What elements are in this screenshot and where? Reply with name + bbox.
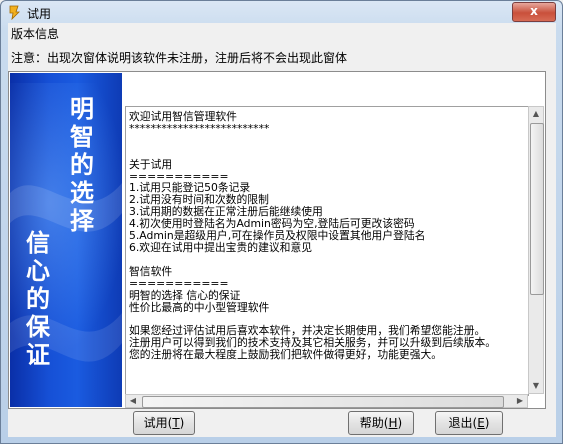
notice-text: 注意：出现次窗体说明该软件未注册，注册后将不会出现此窗体 <box>11 51 348 65</box>
side-banner: 明智的选择 信心的保证 <box>10 73 122 407</box>
help-button[interactable]: 帮助(H) <box>348 411 414 435</box>
banner-slogan-bottom: 信心的保证 <box>26 228 50 369</box>
license-info-textbox[interactable]: 欢迎试用智信管理软件 ************************** 关于… <box>125 106 529 396</box>
trial-button[interactable]: 试用(T) <box>133 411 195 435</box>
scroll-left-icon[interactable]: ◀ <box>126 394 140 408</box>
banner-slogan-top: 明智的选择 <box>70 94 94 235</box>
close-button[interactable]: x <box>512 2 556 22</box>
client-area: 版本信息 注意：出现次窗体说明该软件未注册，注册后将不会出现此窗体 明智的选择 … <box>8 23 556 437</box>
trial-window: 试用 x 版本信息 注意：出现次窗体说明该软件未注册，注册后将不会出现此窗体 明… <box>0 0 563 444</box>
vertical-scroll-thumb[interactable] <box>530 123 544 295</box>
horizontal-scroll-thumb[interactable] <box>142 396 504 408</box>
scroll-right-icon[interactable]: ▶ <box>513 394 527 408</box>
close-icon: x <box>530 4 538 18</box>
scroll-down-icon[interactable]: ▼ <box>529 379 543 393</box>
horizontal-scrollbar[interactable]: ◀ ▶ <box>125 394 528 408</box>
menu-bar: 版本信息 <box>8 23 556 41</box>
scroll-up-icon[interactable]: ▲ <box>529 107 543 121</box>
license-info-text: 欢迎试用智信管理软件 ************************** 关于… <box>129 110 497 362</box>
content-panel: 明智的选择 信心的保证 欢迎试用智信管理软件 *****************… <box>8 71 546 409</box>
window-title: 试用 <box>27 7 52 21</box>
title-bar[interactable]: 试用 x <box>1 1 562 23</box>
vertical-scrollbar[interactable]: ▲ ▼ <box>528 106 544 394</box>
menu-item-version-info[interactable]: 版本信息 <box>11 25 59 42</box>
exit-button[interactable]: 退出(E) <box>435 411 503 435</box>
app-icon <box>9 5 20 20</box>
